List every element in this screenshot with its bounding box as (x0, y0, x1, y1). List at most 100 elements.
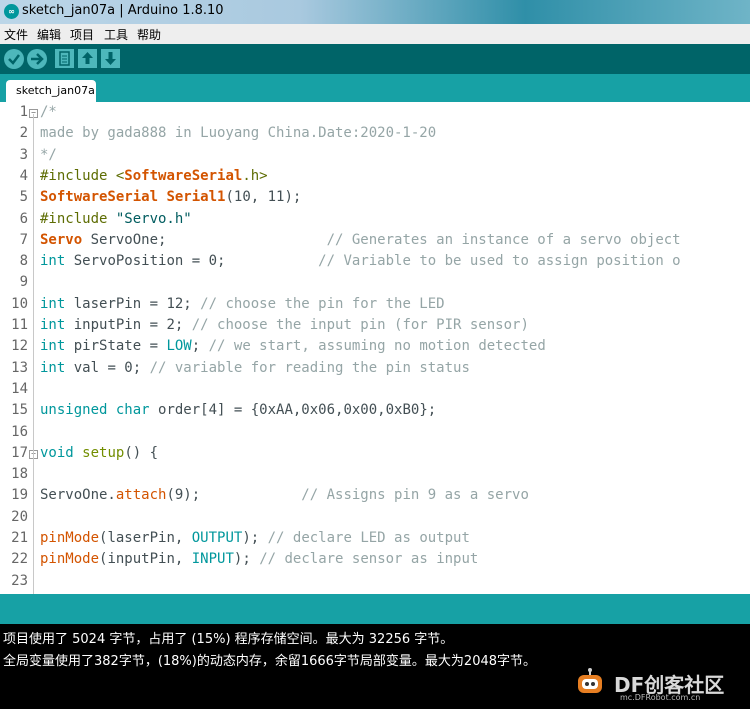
code-token: () { (124, 444, 159, 461)
fold-guide (33, 114, 34, 594)
line-number: 5 (19, 189, 28, 206)
window-title: sketch_jan07a | Arduino 1.8.10 (22, 3, 224, 18)
code-token: #include < (40, 167, 125, 184)
line-number: 11 (11, 317, 28, 333)
code-token: (9); (166, 487, 302, 504)
line-number: 2 (19, 125, 28, 142)
menu-file[interactable]: 文件 (4, 26, 28, 43)
code-token: pirState = (65, 338, 167, 355)
menu-edit[interactable]: 编辑 (37, 26, 61, 43)
code-line[interactable]: void setup() { (40, 445, 158, 461)
line-number: 6 (19, 210, 28, 227)
upload-icon[interactable] (27, 49, 47, 69)
code-token: char (115, 402, 150, 419)
window-titlebar[interactable]: ∞ sketch_jan07a | Arduino 1.8.10 (0, 0, 750, 24)
code-token: int (40, 253, 66, 270)
code-token: // declare sensor as input (259, 551, 479, 568)
code-token: SoftwareSerial (124, 167, 243, 184)
code-token: #include (40, 210, 116, 227)
status-bar (0, 594, 750, 624)
code-line[interactable]: pinMode(inputPin, INPUT); // declare sen… (40, 551, 478, 567)
code-token: Servo (40, 231, 83, 248)
code-token: pinMode (40, 530, 100, 546)
line-number: 14 (11, 380, 28, 397)
code-token: // variable for reading the pin status (149, 359, 470, 376)
watermark-url: mc.DFRobot.com.cn (620, 693, 701, 702)
code-line[interactable]: unsigned char order[4] = {0xAA,0x06,0x00… (40, 402, 436, 418)
code-line[interactable]: /* (40, 104, 57, 120)
code-token: laserPin = 12; (65, 295, 201, 312)
new-icon[interactable] (55, 49, 74, 68)
open-icon[interactable] (78, 49, 97, 68)
code-line[interactable]: pinMode(laserPin, OUTPUT); // declare LE… (40, 530, 470, 546)
line-number: 15 (11, 402, 28, 419)
code-token: val = 0; (65, 359, 150, 376)
code-token: (10, 11); (225, 189, 302, 206)
code-line[interactable]: made by gada888 in Luoyang China.Date:20… (40, 125, 436, 141)
menu-bar: 文件 编辑 项目 工具 帮助 (0, 24, 750, 44)
code-token: Serial1 (166, 189, 226, 206)
code-line[interactable]: #include "Servo.h" (40, 211, 192, 227)
line-number: 12 (11, 338, 28, 355)
code-editor[interactable]: 1234567891011121314151617181920212223−− … (0, 102, 750, 594)
line-number-gutter: 1234567891011121314151617181920212223−− (0, 102, 38, 594)
robot-logo-icon (578, 668, 602, 693)
code-token: made by gada888 in Luoyang China.Date:20… (40, 125, 437, 142)
code-token: ); (242, 530, 268, 546)
line-number: 21 (11, 530, 28, 546)
code-token: int (40, 295, 66, 312)
code-token: unsigned (40, 402, 108, 419)
line-number: 16 (11, 423, 28, 440)
code-token: void (40, 444, 74, 461)
code-token: ServoOne. (40, 487, 116, 504)
code-token: ); (233, 551, 260, 568)
code-line[interactable]: int pirState = LOW; // we start, assumin… (40, 338, 546, 354)
tab-strip: sketch_jan07a (0, 74, 750, 102)
code-token: int (40, 317, 66, 333)
code-token: setup (82, 444, 125, 461)
line-number: 1 (19, 104, 28, 120)
line-number: 7 (19, 231, 28, 248)
code-line[interactable]: ServoOne.attach(9); // Assigns pin 9 as … (40, 487, 529, 503)
code-token: */ (40, 146, 57, 163)
line-number: 10 (11, 295, 28, 312)
code-line[interactable]: #include <SoftwareSerial.h> (40, 168, 268, 184)
console-output[interactable]: 项目使用了 5024 字节，占用了 (15%) 程序存储空间。最大为 32256… (0, 624, 750, 709)
code-line[interactable]: int val = 0; // variable for reading the… (40, 360, 470, 376)
line-number: 13 (11, 359, 28, 376)
watermark: DF创客社区 mc.DFRobot.com.cn (574, 665, 744, 702)
code-token: attach (115, 487, 167, 504)
code-line[interactable]: */ (40, 147, 57, 163)
menu-tools[interactable]: 工具 (104, 26, 128, 43)
code-token: ServoPosition = 0; (65, 253, 319, 270)
code-line[interactable]: SoftwareSerial Serial1(10, 11); (40, 189, 301, 205)
code-token: // choose the pin for the LED (200, 295, 445, 312)
code-token: // Assigns pin 9 as a servo (301, 487, 529, 504)
line-number: 22 (11, 551, 28, 568)
code-token: // declare LED as output (267, 530, 470, 546)
code-line[interactable]: int ServoPosition = 0; // Variable to be… (40, 253, 681, 269)
verify-icon[interactable] (4, 49, 24, 69)
menu-help[interactable]: 帮助 (137, 26, 161, 43)
code-token: INPUT (191, 551, 234, 568)
line-number: 19 (11, 487, 28, 504)
arduino-icon: ∞ (4, 4, 19, 19)
save-icon[interactable] (101, 49, 120, 68)
toolbar (0, 44, 750, 74)
line-number: 9 (19, 274, 28, 291)
code-token: int (40, 359, 66, 376)
code-token: (laserPin, (99, 530, 192, 546)
code-token: ServoOne; (82, 231, 327, 248)
code-token: pinMode (40, 551, 100, 568)
menu-sketch[interactable]: 项目 (70, 26, 94, 43)
tab-sketch[interactable]: sketch_jan07a (6, 80, 96, 102)
code-token: "Servo.h" (115, 210, 192, 227)
code-line[interactable]: int inputPin = 2; // choose the input pi… (40, 317, 529, 333)
code-line[interactable]: Servo ServoOne; // Generates an instance… (40, 232, 681, 248)
line-number: 23 (11, 572, 28, 589)
line-number: 17 (11, 444, 28, 461)
code-token: // we start, assuming no motion detected (208, 338, 546, 355)
code-line[interactable]: int laserPin = 12; // choose the pin for… (40, 296, 445, 312)
